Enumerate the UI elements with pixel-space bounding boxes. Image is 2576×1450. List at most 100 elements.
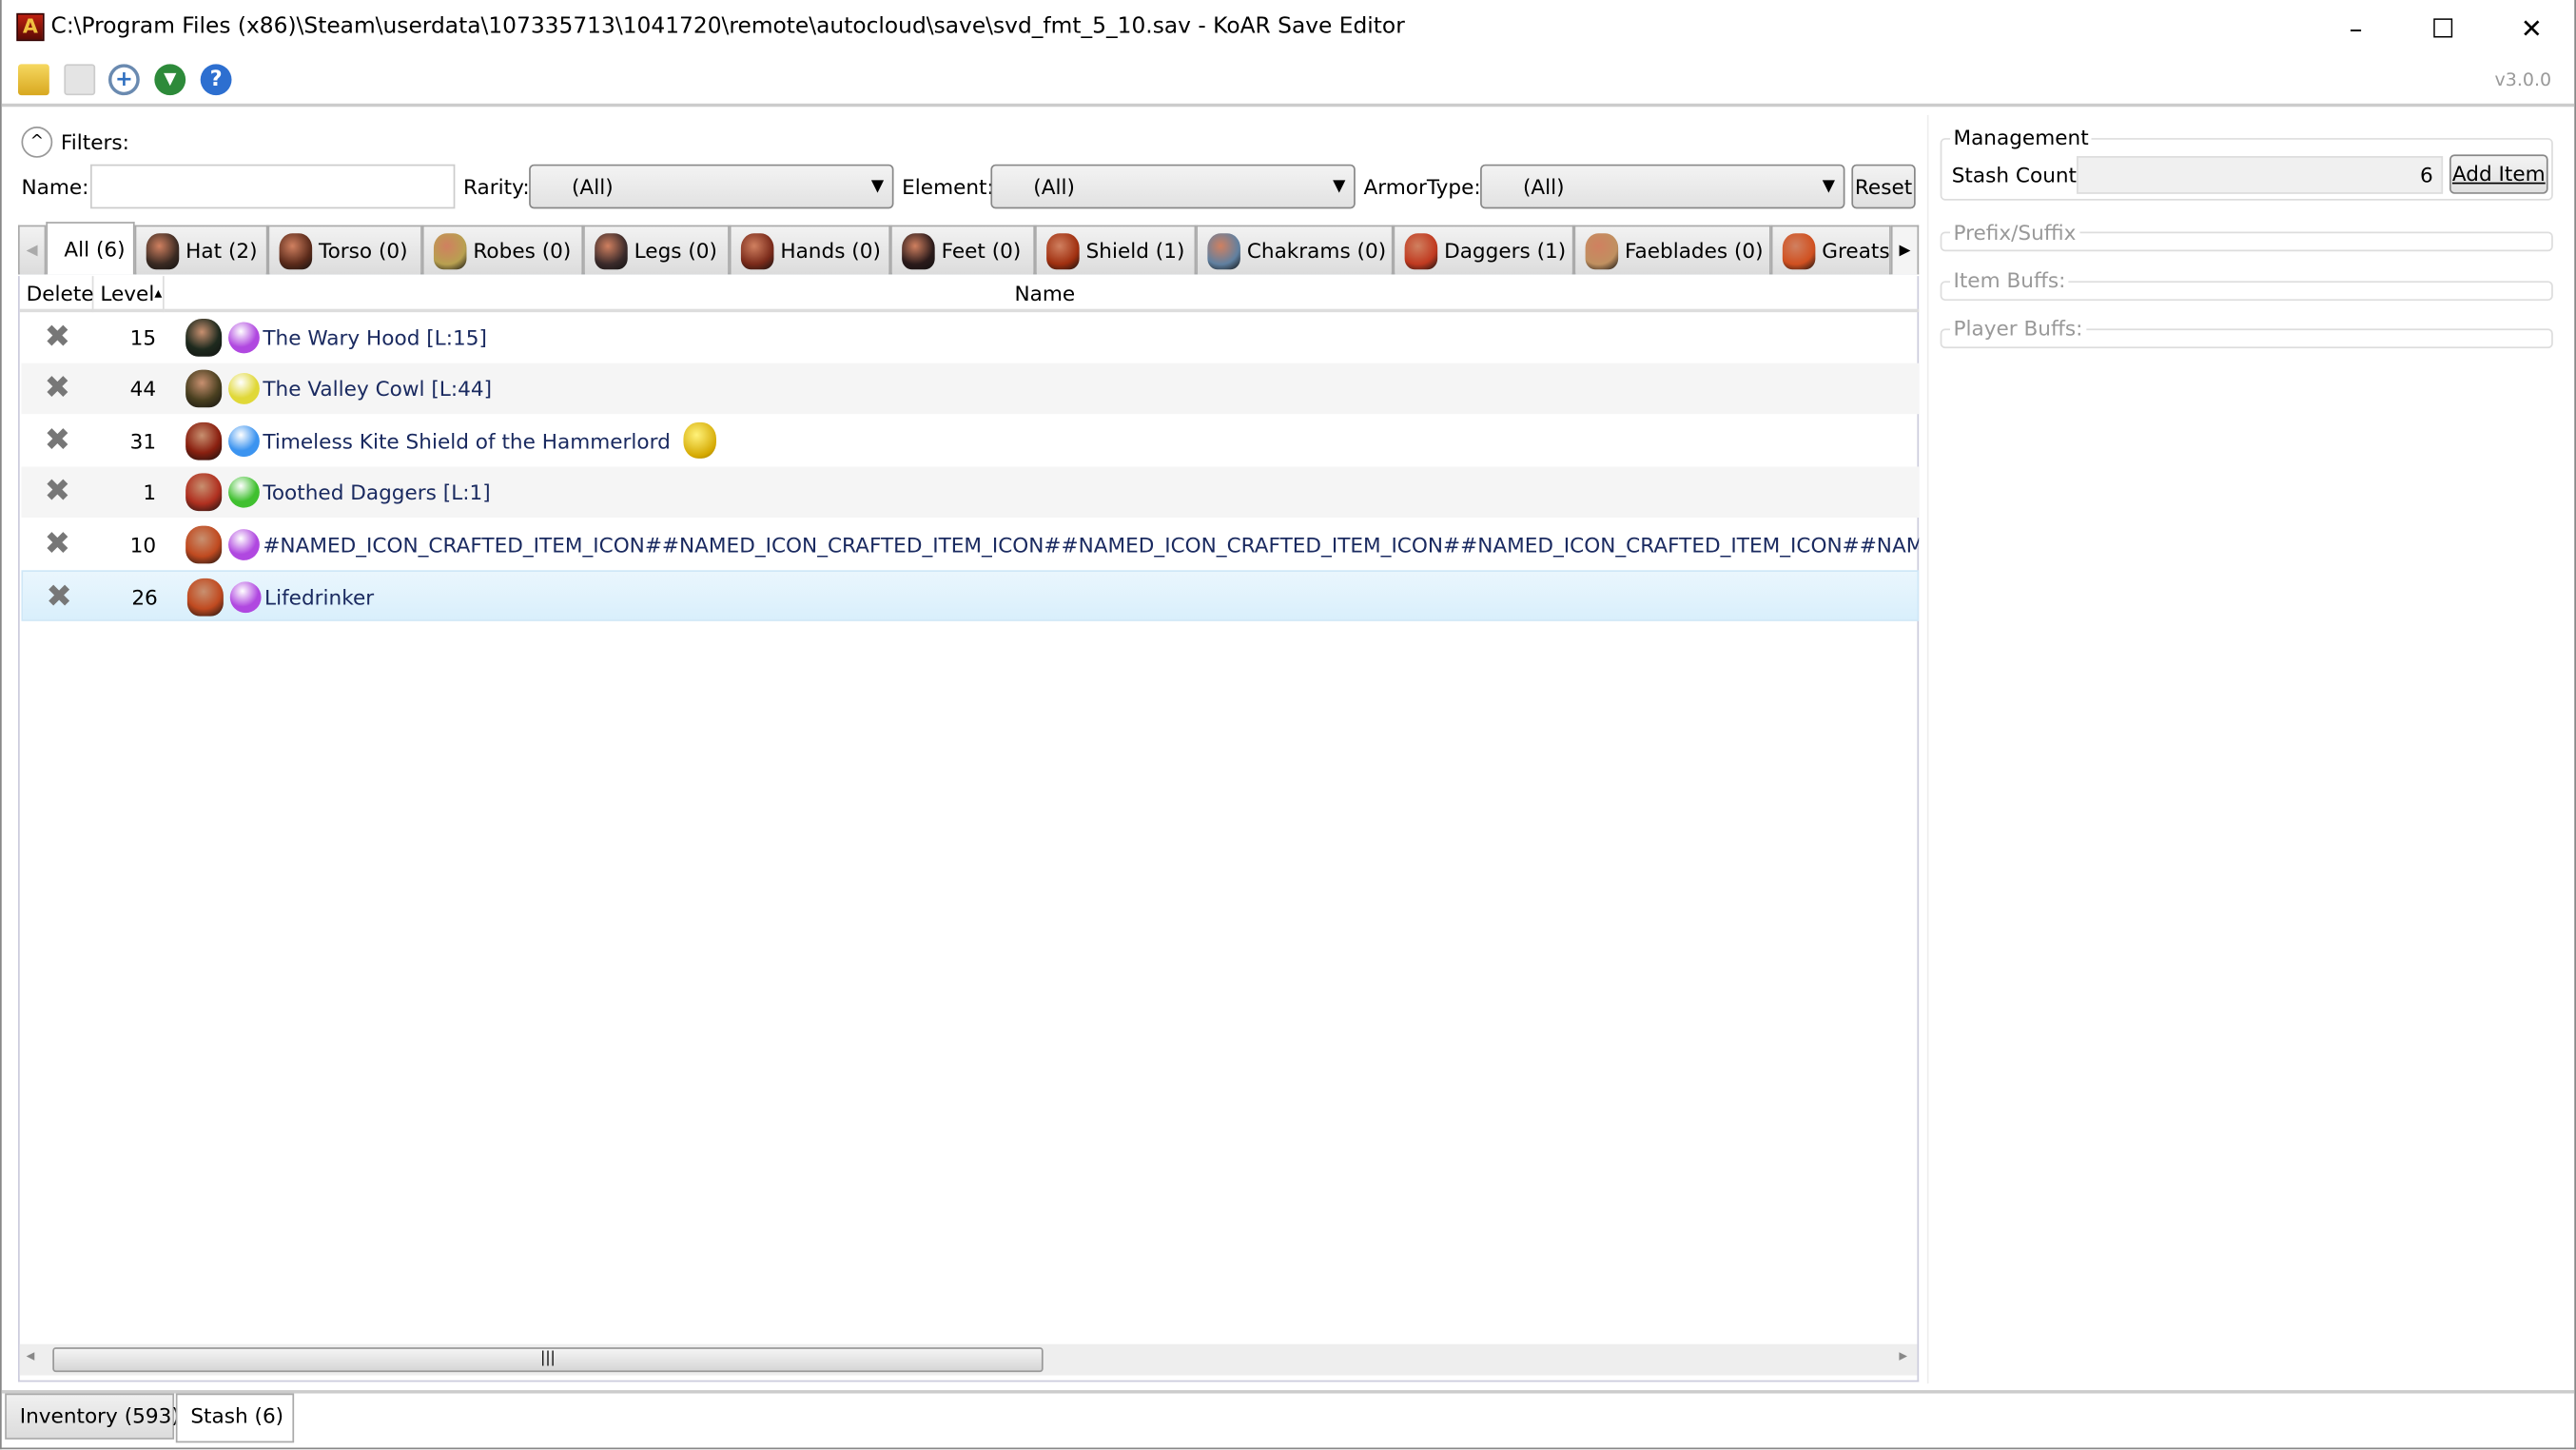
tab-inventory[interactable]: Inventory (593) [5, 1393, 180, 1440]
column-header-level[interactable]: Level▲ [93, 276, 165, 313]
armortype-label: ArmorType: [1363, 174, 1481, 199]
item-name: The Valley Cowl [L:44] [263, 377, 493, 402]
zoom-in-icon[interactable]: + [107, 64, 140, 96]
delete-icon[interactable]: ✖ [45, 416, 70, 467]
column-header-delete[interactable]: Delete [19, 276, 94, 313]
app-window: A C:\Program Files (x86)\Steam\userdata\… [0, 0, 2576, 1450]
item-type-icon [185, 319, 223, 357]
category-icon [1207, 232, 1240, 269]
add-item-button[interactable]: Add Item [2449, 154, 2548, 194]
minimize-button[interactable]: – [2318, 7, 2393, 49]
item-buffs-title: Item Buffs: [1949, 267, 2069, 293]
chevron-down-icon: ▼ [1822, 177, 1836, 196]
table-row[interactable]: ✖ 31 Timeless Kite Shield of the Hammerlor… [21, 416, 1919, 467]
rarity-label: Rarity: [463, 174, 530, 199]
scroll-right-arrow[interactable]: ▸ [1899, 1347, 1907, 1365]
element-combo[interactable]: (All) ▼ [990, 164, 1356, 209]
rarity-orb-icon [228, 322, 260, 354]
table-row[interactable]: ✖ 1 Toothed Daggers [L:1] [21, 466, 1920, 519]
item-type-icon [185, 524, 223, 563]
category-icon [146, 232, 180, 269]
tab-shield[interactable]: Shield (1) [1035, 225, 1197, 275]
panel-splitter[interactable] [1926, 114, 1929, 1384]
tab-label: Hat (2) [185, 238, 258, 264]
delete-icon[interactable]: ✖ [46, 572, 71, 619]
level-cell: 1 [143, 480, 157, 505]
rarity-orb-icon [228, 477, 260, 508]
tab-legs[interactable]: Legs (0) [583, 225, 730, 275]
item-name: The Wary Hood [L:15] [263, 324, 487, 350]
rarity-orb-icon [229, 581, 262, 614]
tab-robes[interactable]: Robes (0) [421, 225, 584, 275]
help-icon[interactable]: ? [200, 64, 232, 96]
tab-greatswords[interactable]: Greatswords [1770, 225, 1891, 275]
prefix-suffix-title: Prefix/Suffix [1949, 220, 2079, 245]
tab-daggers[interactable]: Daggers (1) [1393, 225, 1574, 275]
category-icon [433, 232, 467, 269]
divider [1, 1390, 2575, 1394]
item-name: Toothed Daggers [L:1] [263, 480, 491, 505]
tab-label: Chakrams (0) [1246, 238, 1387, 264]
rarity-orb-icon [228, 528, 260, 560]
sort-ascending-icon: ▲ [154, 288, 163, 301]
save-icon[interactable] [64, 64, 96, 96]
open-folder-icon[interactable] [17, 64, 49, 96]
chevron-down-icon: ▼ [1333, 177, 1346, 196]
category-icon [279, 232, 313, 269]
level-cell: 15 [129, 324, 157, 350]
reset-button[interactable]: Reset [1851, 164, 1916, 209]
maximize-button[interactable]: ☐ [2405, 7, 2480, 49]
tab-torso[interactable]: Torso (0) [267, 225, 422, 275]
chevron-down-icon: ▼ [870, 177, 885, 196]
tab-chakrams[interactable]: Chakrams (0) [1196, 225, 1394, 275]
tab-feet[interactable]: Feet (0) [890, 225, 1036, 275]
category-icon [1782, 232, 1816, 269]
tab-hat[interactable]: Hat (2) [134, 225, 268, 275]
scrollbar-thumb[interactable]: ||| [52, 1347, 1044, 1373]
armortype-combo[interactable]: (All) ▼ [1480, 164, 1845, 209]
delete-icon[interactable]: ✖ [45, 363, 70, 415]
tab-label: Legs (0) [634, 238, 717, 264]
armortype-value: (All) [1522, 174, 1565, 199]
item-grid: Delete Level▲ Name ✖ 15 The Wary Hood [L:1… [17, 276, 1920, 1382]
delete-icon[interactable]: ✖ [45, 519, 70, 570]
window-title: C:\Program Files (x86)\Steam\userdata\10… [50, 12, 1405, 40]
player-buffs-title: Player Buffs: [1949, 315, 2086, 341]
close-button[interactable]: ✕ [2494, 7, 2569, 49]
tab-label: Greatswords [1822, 238, 1890, 264]
filters-label: Filters: [60, 129, 129, 155]
rarity-combo[interactable]: (All) ▼ [529, 164, 894, 209]
download-icon[interactable]: ▼ [154, 64, 186, 96]
stash-count-label: Stash Count: [1951, 162, 2084, 187]
item-name: #NAMED_ICON_CRAFTED_ITEM_ICON##NAMED_ICO… [263, 531, 1919, 557]
table-row[interactable]: ✖ 10 #NAMED_ICON_CRAFTED_ITEM_ICON##NAMED_… [21, 519, 1919, 570]
table-row[interactable]: ✖ 15 The Wary Hood [L:15] [21, 312, 1919, 363]
level-cell: 44 [129, 377, 157, 402]
tab-label: Torso (0) [319, 238, 408, 264]
delete-icon[interactable]: ✖ [45, 312, 70, 363]
filters-collapse-toggle[interactable]: ^ [21, 126, 53, 158]
tab-faeblades[interactable]: Faeblades (0) [1573, 225, 1771, 275]
tab-label: Robes (0) [473, 238, 572, 264]
delete-icon[interactable]: ✖ [45, 467, 70, 519]
tabs-scroll-left-button[interactable]: ◀ [17, 225, 47, 275]
management-title: Management [1949, 125, 2093, 150]
column-header-name[interactable]: Name [164, 276, 1920, 313]
table-row[interactable]: ✖ 26 Lifedrinker [21, 570, 1920, 621]
tab-stash[interactable]: Stash (6) [175, 1393, 295, 1443]
tab-hands[interactable]: Hands (0) [729, 225, 891, 275]
level-header-label: Level [100, 281, 155, 306]
rarity-value: (All) [572, 174, 614, 199]
tabs-scroll-right-button[interactable]: ▶ [1890, 225, 1920, 275]
tab-all[interactable]: All (6) [46, 222, 135, 275]
app-icon: A [16, 12, 45, 42]
category-icon [902, 232, 935, 269]
item-type-icon [185, 370, 223, 408]
table-row[interactable]: ✖ 44 The Valley Cowl [L:44] [21, 363, 1920, 415]
category-tabs: ◀ All (6) Hat (2) Torso (0) Robes (0) Legs (… [17, 222, 1920, 275]
horizontal-scrollbar[interactable]: ◂ ||| ▸ [19, 1343, 1918, 1376]
scroll-left-arrow[interactable]: ◂ [27, 1347, 35, 1365]
version-label: v3.0.0 [2494, 69, 2552, 90]
name-filter-input[interactable] [89, 164, 456, 209]
item-name: Timeless Kite Shield of the Hammerlord [263, 428, 671, 454]
